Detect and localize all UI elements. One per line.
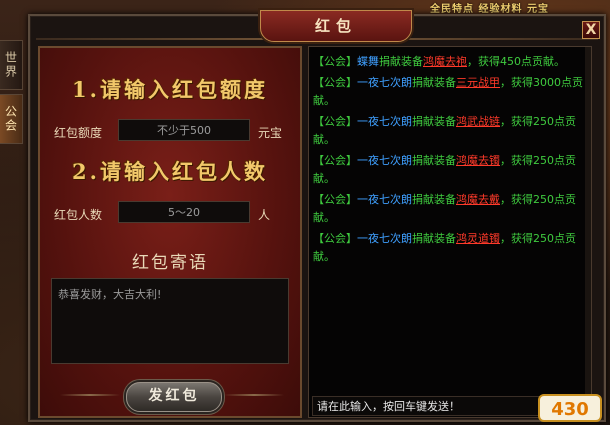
log-action: 捐献装备	[412, 76, 456, 89]
tab-world[interactable]: 世界	[0, 40, 23, 90]
amount-input[interactable]: 不少于500	[118, 119, 250, 141]
log-player-name[interactable]: 一夜七次朗	[357, 232, 412, 245]
log-action: 捐献装备	[379, 55, 423, 68]
amount-label: 红包额度	[54, 126, 103, 140]
message-heading: 红包寄语	[132, 253, 208, 273]
guild-log-list: 【公会】蝶舞捐献装备鸿魔去袍，获得450点贡献。 【公会】一夜七次朗捐献装备三元战…	[313, 53, 585, 269]
game-hud-banner: 全民特点 经验材料 元宝	[430, 4, 549, 14]
log-guild-tag: 【公会】	[313, 115, 357, 128]
amount-step-title: 1.请输入红包额度	[72, 77, 268, 102]
log-result: ，获得450点贡献。	[467, 55, 565, 68]
log-entry: 【公会】蝶舞捐献装备鸿魔去袍，获得450点贡献。	[313, 53, 585, 71]
log-entry: 【公会】一夜七次朗捐献装备三元战甲，获得3000点贡献。	[313, 74, 585, 110]
log-item-link[interactable]: 鸿魔去袍	[423, 55, 467, 68]
side-tabs: 世界 公会	[0, 40, 26, 148]
log-item-link[interactable]: 鸿魔去镯	[456, 154, 500, 167]
log-scrollbar[interactable]	[585, 47, 591, 417]
count-input[interactable]: 5～20	[118, 201, 250, 223]
red-packet-window: 红包 X 1.请输入红包额度 红包额度 不少于500 元宝 2.请输入红包人数 …	[28, 10, 606, 422]
log-guild-tag: 【公会】	[313, 232, 357, 245]
message-textarea[interactable]: 恭喜发财，大吉大利!	[51, 278, 289, 364]
logo-text: 430	[551, 399, 589, 420]
button-ornament-left	[60, 394, 120, 396]
log-item-link[interactable]: 三元战甲	[456, 76, 500, 89]
chat-input[interactable]: 请在此输入，按回车键发送！	[312, 396, 566, 416]
log-action: 捐献装备	[412, 154, 456, 167]
log-player-name[interactable]: 一夜七次朗	[357, 76, 412, 89]
count-label: 红包人数	[54, 208, 103, 222]
guild-log-panel: 【公会】蝶舞捐献装备鸿魔去袍，获得450点贡献。 【公会】一夜七次朗捐献装备三元战…	[308, 46, 592, 418]
log-entry: 【公会】一夜七次朗捐献装备鸿灵道镯，获得250点贡献。	[313, 230, 585, 266]
amount-unit: 元宝	[258, 126, 283, 140]
log-guild-tag: 【公会】	[313, 55, 357, 68]
log-item-link[interactable]: 鸿魔去戴	[456, 193, 500, 206]
log-guild-tag: 【公会】	[313, 193, 357, 206]
log-guild-tag: 【公会】	[313, 154, 357, 167]
close-button[interactable]: X	[582, 21, 600, 39]
log-action: 捐献装备	[412, 232, 456, 245]
log-entry: 【公会】一夜七次朗捐献装备鸿武战链，获得250点贡献。	[313, 113, 585, 149]
log-item-link[interactable]: 鸿武战链	[456, 115, 500, 128]
log-player-name[interactable]: 一夜七次朗	[357, 115, 412, 128]
tab-guild[interactable]: 公会	[0, 94, 23, 144]
site-logo: 430	[538, 394, 602, 422]
log-guild-tag: 【公会】	[313, 76, 357, 89]
log-action: 捐献装备	[412, 193, 456, 206]
log-item-link[interactable]: 鸿灵道镯	[456, 232, 500, 245]
count-unit: 人	[258, 208, 271, 222]
log-entry: 【公会】一夜七次朗捐献装备鸿魔去镯，获得250点贡献。	[313, 152, 585, 188]
log-player-name[interactable]: 一夜七次朗	[357, 154, 412, 167]
window-title: 红包	[260, 10, 412, 42]
send-red-packet-button[interactable]: 发红包	[126, 382, 222, 412]
count-step-title: 2.请输入红包人数	[72, 159, 268, 184]
button-ornament-right	[224, 394, 284, 396]
log-player-name[interactable]: 蝶舞	[357, 55, 379, 68]
log-entry: 【公会】一夜七次朗捐献装备鸿魔去戴，获得250点贡献。	[313, 191, 585, 227]
log-action: 捐献装备	[412, 115, 456, 128]
red-packet-form: 1.请输入红包额度 红包额度 不少于500 元宝 2.请输入红包人数 红包人数 …	[38, 46, 302, 418]
log-player-name[interactable]: 一夜七次朗	[357, 193, 412, 206]
